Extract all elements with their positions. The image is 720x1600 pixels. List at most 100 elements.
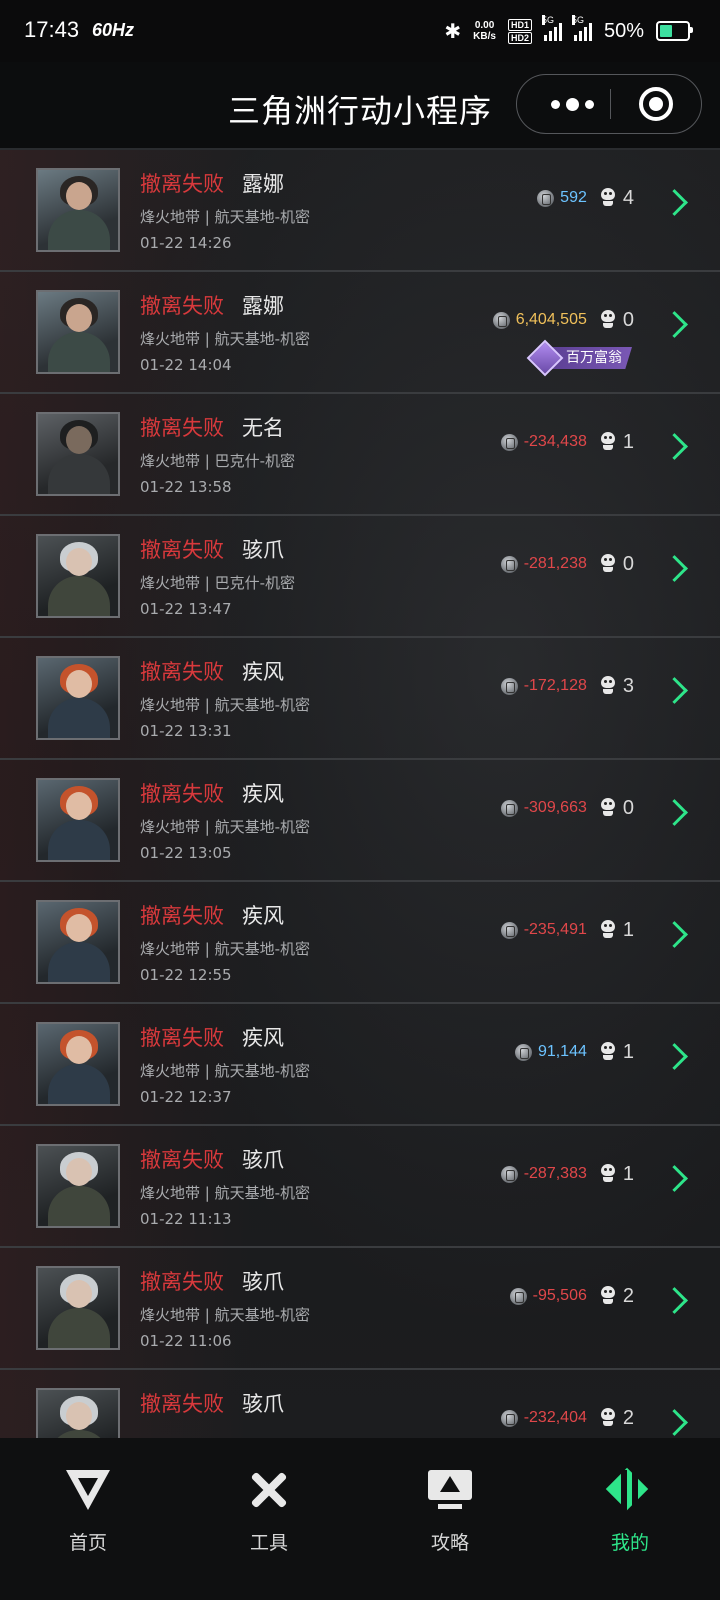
coin-icon <box>500 799 518 817</box>
net-speed: 0.00 KB/s <box>473 20 496 42</box>
tab-tools[interactable]: 工具 <box>209 1466 329 1555</box>
operator-avatar <box>36 1388 120 1438</box>
map-name: 烽火地带 | 航天基地-机密 <box>140 208 311 226</box>
chevron-right-icon[interactable] <box>661 921 688 948</box>
battery-icon <box>656 21 693 41</box>
extraction-status: 撤离失败 <box>140 1026 224 1050</box>
coin-icon <box>500 1409 518 1427</box>
match-record-row[interactable]: 撤离失败 疾风 烽火地带 | 航天基地-机密 01-22 13:31 -172,… <box>0 638 720 760</box>
skull-icon <box>599 310 617 330</box>
operator-name: 露娜 <box>242 294 284 318</box>
extraction-status: 撤离失败 <box>140 1148 224 1172</box>
more-button[interactable] <box>541 75 603 133</box>
dot-icon <box>550 99 560 109</box>
chevron-right-icon[interactable] <box>661 677 688 704</box>
coin-icon <box>500 555 518 573</box>
chevron-right-icon[interactable] <box>661 799 688 826</box>
extraction-status: 撤离失败 <box>140 416 224 440</box>
operator-name: 疾风 <box>242 660 284 684</box>
miniprogram-capsule <box>516 74 702 134</box>
kill-count: 1 <box>622 1162 634 1185</box>
match-record-row[interactable]: 撤离失败 疾风 烽火地带 | 航天基地-机密 01-22 12:55 -235,… <box>0 882 720 1004</box>
match-record-row[interactable]: 撤离失败 露娜 烽火地带 | 航天基地-机密 01-22 14:26 592 4 <box>0 150 720 272</box>
asset-amount: 6,404,505 <box>515 311 587 328</box>
tab-guide[interactable]: 攻略 <box>390 1466 510 1555</box>
asset-amount: -235,491 <box>523 921 587 938</box>
skull-icon <box>599 188 617 208</box>
app-header: 三角洲行动小程序 <box>0 62 720 150</box>
map-name: 烽火地带 | 航天基地-机密 <box>140 1306 311 1324</box>
skull-icon <box>599 1042 617 1062</box>
kill-count: 3 <box>622 674 634 697</box>
kill-count: 1 <box>622 918 634 941</box>
chevron-right-icon[interactable] <box>661 1409 688 1436</box>
match-stats: -172,128 3 <box>500 674 634 698</box>
match-record-row[interactable]: 撤离失败 骇爪 -232,404 2 <box>0 1370 720 1438</box>
map-name: 烽火地带 | 航天基地-机密 <box>140 940 311 958</box>
match-record-row[interactable]: 撤离失败 骇爪 烽火地带 | 航天基地-机密 01-22 11:06 -95,5… <box>0 1248 720 1370</box>
operator-name: 骇爪 <box>242 1392 284 1416</box>
tab-home[interactable]: 首页 <box>28 1466 148 1555</box>
extraction-status: 撤离失败 <box>140 904 224 928</box>
tab-mine[interactable]: 我的 <box>570 1466 690 1555</box>
operator-name: 骇爪 <box>242 1270 284 1294</box>
operator-name: 骇爪 <box>242 538 284 562</box>
refresh-rate: 60Hz <box>92 20 135 40</box>
asset-amount: 592 <box>560 189 587 206</box>
achievement-badge: 百万富翁 <box>526 339 632 377</box>
chevron-right-icon[interactable] <box>661 433 688 460</box>
map-name: 烽火地带 | 巴克什-机密 <box>140 574 296 592</box>
chevron-right-icon[interactable] <box>661 311 688 338</box>
match-record-row[interactable]: 撤离失败 无名 烽火地带 | 巴克什-机密 01-22 13:58 -234,4… <box>0 394 720 516</box>
coin-icon <box>509 1287 527 1305</box>
status-bar: 17:43 60Hz ✱ 0.00 KB/s HD1 HD2 5G 5G 50% <box>0 0 720 62</box>
guide-icon <box>426 1466 474 1514</box>
map-name: 烽火地带 | 巴克什-机密 <box>140 452 296 470</box>
chevron-right-icon[interactable] <box>661 1165 688 1192</box>
match-time: 01-22 13:47 <box>140 600 232 618</box>
map-name: 烽火地带 | 航天基地-机密 <box>140 818 311 836</box>
tab-label: 我的 <box>610 1532 649 1554</box>
chevron-right-icon[interactable] <box>661 1043 688 1070</box>
signal-icon: 5G <box>541 15 562 41</box>
match-record-row[interactable]: 撤离失败 骇爪 烽火地带 | 航天基地-机密 01-22 11:13 -287,… <box>0 1126 720 1248</box>
match-stats: -281,238 0 <box>500 552 634 576</box>
extraction-status: 撤离失败 <box>140 1392 224 1416</box>
skull-icon <box>599 676 617 696</box>
match-time: 01-22 11:06 <box>140 1332 232 1350</box>
operator-avatar <box>36 534 120 618</box>
capsule-divider <box>610 89 611 119</box>
match-record-row[interactable]: 撤离失败 疾风 烽火地带 | 航天基地-机密 01-22 13:05 -309,… <box>0 760 720 882</box>
asset-amount: -234,438 <box>523 433 587 450</box>
skull-icon <box>599 554 617 574</box>
coin-icon <box>492 311 510 329</box>
operator-avatar <box>36 900 120 984</box>
kill-count: 0 <box>622 552 634 575</box>
close-miniprogram-button[interactable] <box>639 87 673 121</box>
match-stats: -287,383 1 <box>500 1162 634 1186</box>
chevron-right-icon[interactable] <box>661 1287 688 1314</box>
match-record-row[interactable]: 撤离失败 疾风 烽火地带 | 航天基地-机密 01-22 12:37 91,14… <box>0 1004 720 1126</box>
match-record-list[interactable]: 撤离失败 露娜 烽火地带 | 航天基地-机密 01-22 14:26 592 4… <box>0 150 720 1438</box>
match-stats: 592 4 <box>537 186 634 210</box>
asset-amount: -281,238 <box>523 555 587 572</box>
badge-gem-icon <box>526 339 564 377</box>
match-record-row[interactable]: 撤离失败 骇爪 烽火地带 | 巴克什-机密 01-22 13:47 -281,2… <box>0 516 720 638</box>
match-record-row[interactable]: 撤离失败 露娜 烽火地带 | 航天基地-机密 01-22 14:04 6,404… <box>0 272 720 394</box>
match-time: 01-22 13:58 <box>140 478 232 496</box>
asset-amount: -287,383 <box>523 1165 587 1182</box>
operator-avatar <box>36 1144 120 1228</box>
skull-icon <box>599 1164 617 1184</box>
asset-amount: 91,144 <box>537 1043 587 1060</box>
chevron-right-icon[interactable] <box>661 189 688 216</box>
chevron-right-icon[interactable] <box>661 555 688 582</box>
dot-icon <box>584 99 594 109</box>
map-name: 烽火地带 | 航天基地-机密 <box>140 1062 311 1080</box>
dot-icon <box>565 97 579 111</box>
status-icons: ✱ 0.00 KB/s HD1 HD2 5G 5G 50% <box>444 15 693 46</box>
operator-avatar <box>36 168 120 252</box>
skull-icon <box>599 1286 617 1306</box>
match-stats: 6,404,505 0 <box>492 308 634 332</box>
asset-amount: -232,404 <box>523 1409 587 1426</box>
skull-icon <box>599 920 617 940</box>
